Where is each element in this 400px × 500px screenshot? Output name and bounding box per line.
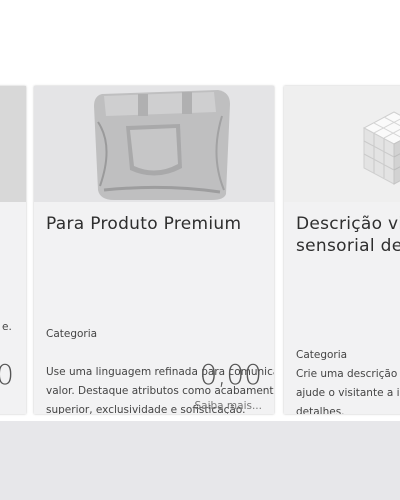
product-description-line: Crie uma descrição s [296, 368, 400, 380]
product-title: Descrição vis sensorial deta [296, 213, 400, 257]
product-image [0, 86, 26, 202]
product-category: Categoria [296, 349, 348, 361]
product-image-jeans [34, 86, 274, 202]
product-description: e. [2, 321, 12, 333]
product-image-cubes [284, 86, 400, 202]
product-title-line: sensorial deta [296, 236, 400, 256]
product-carousel: e. 0 Para Produto Premium Categoria Use … [0, 0, 400, 420]
product-card-sensorial[interactable]: Descrição vis sensorial deta Categoria C… [284, 86, 400, 414]
read-more-link[interactable]: Saiba mais... [194, 400, 262, 412]
product-description-line: ajude o visitante a in [296, 387, 400, 399]
jeans-image [34, 86, 274, 202]
product-card-left[interactable]: e. 0 [0, 86, 26, 414]
product-price: 0,00 [199, 358, 262, 391]
footer-band [0, 421, 400, 500]
product-description: Crie uma descrição s ajude o visitante a… [296, 365, 400, 414]
product-title: Para Produto Premium [46, 214, 242, 234]
product-title-line: Descrição vis [296, 214, 400, 234]
cubes-image [284, 86, 400, 202]
product-price: 0 [0, 358, 14, 391]
product-card-premium[interactable]: Para Produto Premium Categoria Use uma l… [34, 86, 274, 414]
product-description-line: detalhes. [296, 406, 345, 414]
product-category: Categoria [46, 328, 98, 340]
